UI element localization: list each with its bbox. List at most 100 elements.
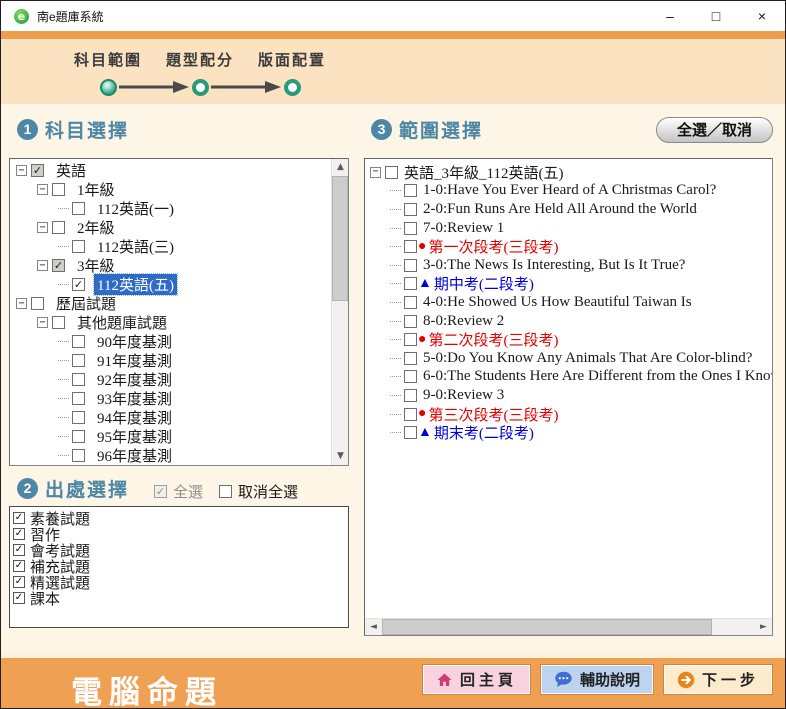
tree-row[interactable]: 6-0:The Students Here Are Different from… bbox=[370, 368, 772, 387]
expander-minus-icon[interactable]: − bbox=[370, 167, 381, 178]
range-tree-horizontal-scrollbar[interactable]: ◄ ► bbox=[365, 618, 772, 635]
subject-tree-vertical-scrollbar[interactable]: ▲ ▼ bbox=[331, 159, 348, 465]
tree-row[interactable]: 8-0:Review 2 bbox=[370, 312, 772, 331]
home-button[interactable]: 回主頁 bbox=[423, 665, 530, 694]
tree-item-label[interactable]: 第一次段考(三段考) bbox=[428, 236, 558, 257]
help-button[interactable]: 輔助說明 bbox=[541, 665, 653, 694]
tree-item-checkbox[interactable] bbox=[404, 315, 417, 328]
maximize-button[interactable]: □ bbox=[693, 1, 739, 31]
tree-item-label[interactable]: 93年度基測 bbox=[94, 388, 175, 409]
tree-item-checkbox[interactable]: ✓ bbox=[72, 278, 85, 291]
tree-item-checkbox[interactable] bbox=[52, 221, 65, 234]
tree-item-label[interactable]: 其他題庫試題 bbox=[74, 312, 170, 333]
tree-row[interactable]: −✓ 英語 bbox=[16, 161, 331, 180]
source-list-item[interactable]: ✓素養試題 bbox=[13, 510, 348, 526]
tree-item-checkbox[interactable] bbox=[404, 277, 417, 290]
tree-row[interactable]: − 其他題庫試題 bbox=[16, 313, 331, 332]
tree-row[interactable]: 1-0:Have You Ever Heard of A Christmas C… bbox=[370, 182, 772, 201]
tree-row[interactable]: 94年度基測 bbox=[16, 408, 331, 427]
tree-item-checkbox[interactable] bbox=[404, 184, 417, 197]
tree-item-label[interactable]: 英語 bbox=[53, 160, 89, 181]
tree-row[interactable]: 2-0:Fun Runs Are Held All Around the Wor… bbox=[370, 200, 772, 219]
source-list-item[interactable]: ✓精選試題 bbox=[13, 574, 348, 590]
tree-row[interactable]: −英語_3年級_112英語(五) bbox=[370, 163, 772, 182]
scroll-left-icon[interactable]: ◄ bbox=[365, 619, 382, 636]
scroll-down-icon[interactable]: ▼ bbox=[332, 448, 349, 465]
tree-item-checkbox[interactable] bbox=[72, 449, 85, 462]
tree-item-checkbox[interactable] bbox=[72, 373, 85, 386]
tree-item-label[interactable]: 歷屆試題 bbox=[53, 293, 119, 314]
tree-item-checkbox[interactable] bbox=[404, 222, 417, 235]
tree-item-checkbox[interactable]: ✓ bbox=[52, 259, 65, 272]
tree-row[interactable]: ●第一次段考(三段考) bbox=[370, 237, 772, 256]
close-button[interactable]: × bbox=[739, 1, 785, 31]
minimize-button[interactable]: – bbox=[647, 1, 693, 31]
tree-item-label[interactable]: 96年度基測 bbox=[94, 445, 175, 466]
source-item-checkbox[interactable]: ✓ bbox=[13, 544, 25, 556]
tree-item-label[interactable]: 9-0:Review 3 bbox=[420, 387, 507, 404]
select-all-checkbox[interactable]: ✓ bbox=[154, 485, 167, 498]
tree-row[interactable]: 95年度基測 bbox=[16, 427, 331, 446]
tree-item-label[interactable]: 112英語(三) bbox=[94, 236, 177, 257]
tree-item-checkbox[interactable] bbox=[72, 392, 85, 405]
deselect-all-checkbox[interactable] bbox=[219, 485, 232, 498]
scrollbar-thumb[interactable] bbox=[382, 619, 712, 635]
tree-item-checkbox[interactable] bbox=[31, 297, 44, 310]
source-item-checkbox[interactable]: ✓ bbox=[13, 560, 25, 572]
tree-item-checkbox[interactable] bbox=[404, 370, 417, 383]
tree-item-checkbox[interactable] bbox=[72, 240, 85, 253]
tree-item-checkbox[interactable] bbox=[72, 202, 85, 215]
tree-row[interactable]: 93年度基測 bbox=[16, 389, 331, 408]
tree-row[interactable]: ●第三次段考(三段考) bbox=[370, 405, 772, 424]
expander-minus-icon[interactable]: − bbox=[37, 184, 48, 195]
tree-item-label[interactable]: 112英語(五) bbox=[94, 274, 177, 295]
deselect-all-control[interactable]: 取消全選 bbox=[219, 481, 298, 502]
tree-row[interactable]: 9-0:Review 3 bbox=[370, 386, 772, 405]
tree-item-checkbox[interactable] bbox=[72, 430, 85, 443]
tree-item-checkbox[interactable] bbox=[404, 408, 417, 421]
tree-row[interactable]: − 1年級 bbox=[16, 180, 331, 199]
expander-minus-icon[interactable]: − bbox=[37, 260, 48, 271]
select-toggle-button[interactable]: 全選／取消 bbox=[656, 117, 773, 143]
tree-item-checkbox[interactable] bbox=[404, 352, 417, 365]
tree-item-checkbox[interactable] bbox=[52, 183, 65, 196]
tree-row[interactable]: 7-0:Review 1 bbox=[370, 219, 772, 238]
scroll-right-icon[interactable]: ► bbox=[755, 619, 772, 636]
expander-minus-icon[interactable]: − bbox=[37, 317, 48, 328]
tree-item-label[interactable]: 97年度基測 bbox=[94, 464, 175, 466]
tree-item-label[interactable]: 94年度基測 bbox=[94, 407, 175, 428]
tree-item-label[interactable]: 2-0:Fun Runs Are Held All Around the Wor… bbox=[420, 201, 700, 218]
tree-row[interactable]: 92年度基測 bbox=[16, 370, 331, 389]
select-all-control[interactable]: ✓ 全選 bbox=[154, 481, 203, 502]
tree-item-label[interactable]: 6-0:The Students Here Are Different from… bbox=[420, 368, 773, 385]
tree-item-label[interactable]: 112英語(一) bbox=[94, 198, 177, 219]
tree-row[interactable]: 90年度基測 bbox=[16, 332, 331, 351]
tree-item-label[interactable]: 3-0:The News Is Interesting, But Is It T… bbox=[420, 257, 688, 274]
expander-minus-icon[interactable]: − bbox=[37, 222, 48, 233]
tree-item-label[interactable]: 3年級 bbox=[74, 255, 118, 276]
tree-item-checkbox[interactable] bbox=[404, 203, 417, 216]
tree-item-label[interactable]: 90年度基測 bbox=[94, 331, 175, 352]
source-item-checkbox[interactable]: ✓ bbox=[13, 592, 25, 604]
tree-row[interactable]: 91年度基測 bbox=[16, 351, 331, 370]
tree-item-checkbox[interactable] bbox=[404, 426, 417, 439]
tree-row[interactable]: ▲期末考(二段考) bbox=[370, 423, 772, 442]
tree-item-checkbox[interactable]: ✓ bbox=[31, 164, 44, 177]
tree-item-label[interactable]: 1年級 bbox=[74, 179, 118, 200]
expander-minus-icon[interactable]: − bbox=[16, 165, 27, 176]
tree-row[interactable]: 5-0:Do You Know Any Animals That Are Col… bbox=[370, 349, 772, 368]
tree-item-label[interactable]: 2年級 bbox=[74, 217, 118, 238]
tree-item-label[interactable]: 7-0:Review 1 bbox=[420, 220, 507, 237]
tree-row[interactable]: −歷屆試題 bbox=[16, 294, 331, 313]
tree-item-checkbox[interactable] bbox=[72, 354, 85, 367]
tree-row[interactable]: 112英語(三) bbox=[16, 237, 331, 256]
tree-row[interactable]: ✓ 112英語(五) bbox=[16, 275, 331, 294]
tree-item-label[interactable]: 4-0:He Showed Us How Beautiful Taiwan Is bbox=[420, 294, 695, 311]
tree-row[interactable]: 3-0:The News Is Interesting, But Is It T… bbox=[370, 256, 772, 275]
tree-item-checkbox[interactable] bbox=[404, 259, 417, 272]
tree-item-label[interactable]: 5-0:Do You Know Any Animals That Are Col… bbox=[420, 350, 755, 367]
tree-item-checkbox[interactable] bbox=[404, 296, 417, 309]
tree-item-label[interactable]: 95年度基測 bbox=[94, 426, 175, 447]
next-step-button[interactable]: 下一步 bbox=[664, 665, 772, 694]
tree-row[interactable]: ▲期中考(二段考) bbox=[370, 275, 772, 294]
